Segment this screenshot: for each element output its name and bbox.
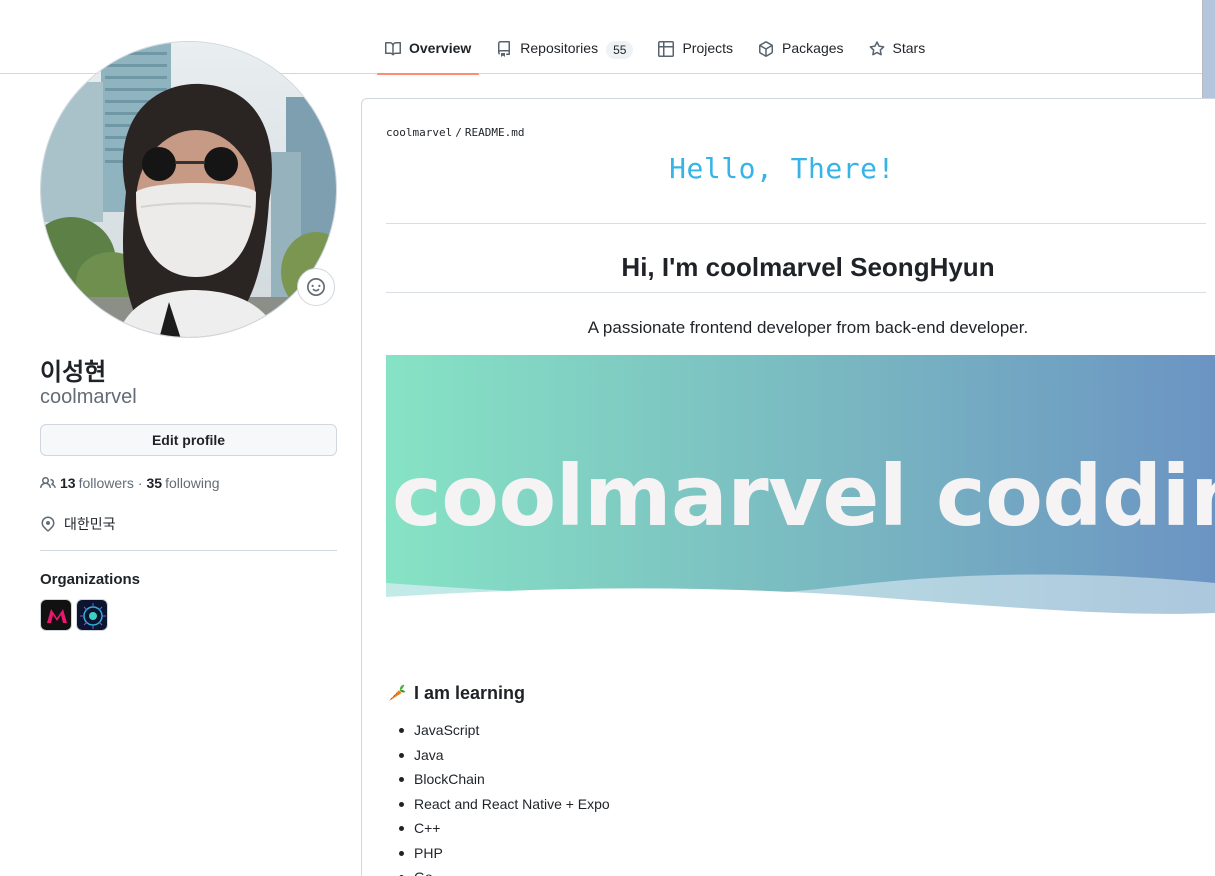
tab-repositories[interactable]: Repositories 55 (488, 28, 641, 74)
tab-packages[interactable]: Packages (750, 28, 851, 74)
follow-stats: 13 followers · 35 following (40, 475, 220, 491)
following-label: following (165, 475, 220, 491)
location-text: 대한민국 (64, 517, 116, 533)
profile-username: coolmarvel (40, 386, 137, 408)
following-count: 35 (146, 475, 163, 491)
profile-full-name: 이성현 (40, 358, 107, 386)
list-item: JavaScript (396, 718, 610, 743)
book-icon (385, 41, 401, 56)
learning-heading: I am learning (386, 682, 525, 704)
tab-overview[interactable]: Overview (377, 28, 480, 75)
learning-heading-text: I am learning (414, 682, 526, 703)
location-icon (41, 516, 55, 532)
learning-list: JavaScript Java BlockChain React and Rea… (396, 718, 610, 876)
repositories-count-badge: 55 (606, 41, 634, 59)
readme-path: coolmarvel / README.md (386, 126, 524, 139)
org-m-logo (41, 600, 71, 630)
list-item: BlockChain (396, 767, 610, 792)
follow-separator: · (137, 475, 143, 491)
readme-path-separator: / (455, 126, 462, 139)
smiley-icon (307, 278, 325, 296)
followers-link[interactable]: 13 followers (60, 475, 134, 491)
set-status-button[interactable] (297, 268, 335, 306)
tab-projects[interactable]: Projects (650, 28, 741, 74)
list-item: C++ (396, 816, 610, 841)
avatar[interactable] (40, 41, 337, 338)
tab-projects-label: Projects (682, 40, 734, 56)
readme-banner: coolmarvel codding (386, 355, 1215, 620)
readme-heading: Hi, I'm coolmarvel SeongHyun (621, 252, 995, 282)
edit-profile-button[interactable]: Edit profile (40, 424, 337, 456)
carrot-icon (388, 684, 406, 702)
tab-packages-label: Packages (782, 40, 844, 56)
profile-tabs: Overview Repositories 55 Projects Packag… (377, 28, 942, 75)
readme-typing-hello: Hello, There! (669, 152, 895, 185)
organization-avatar-m[interactable] (40, 599, 72, 631)
organization-avatar-brain[interactable] (76, 599, 108, 631)
followers-label: followers (78, 475, 134, 491)
table-icon (658, 41, 675, 57)
package-icon (759, 41, 774, 57)
profile-location: 대한민국 (40, 514, 116, 534)
tab-stars-label: Stars (892, 40, 926, 56)
readme-path-user[interactable]: coolmarvel (386, 126, 452, 139)
following-link[interactable]: 35 following (147, 475, 220, 491)
tab-repositories-label: Repositories (520, 40, 599, 56)
star-icon (869, 41, 884, 56)
avatar-photo (41, 42, 336, 337)
readme-path-file[interactable]: README.md (465, 126, 525, 139)
tab-overview-label: Overview (409, 40, 472, 56)
people-icon (40, 476, 56, 489)
list-item: PHP (396, 841, 610, 866)
organizations-heading: Organizations (40, 571, 141, 588)
list-item: Go (396, 865, 610, 876)
readme-rule-2 (386, 292, 1206, 293)
tab-stars[interactable]: Stars (861, 28, 934, 74)
list-item: React and React Native + Expo (396, 792, 610, 817)
list-item: Java (396, 743, 610, 768)
org-brain-logo (77, 600, 107, 630)
readme-rule-1 (386, 223, 1206, 224)
banner-title: coolmarvel codding (392, 447, 1215, 545)
followers-count: 13 (60, 475, 76, 491)
readme-tagline: A passionate frontend developer from bac… (587, 318, 1029, 337)
sidebar-divider (40, 550, 337, 551)
repo-icon (498, 41, 511, 57)
